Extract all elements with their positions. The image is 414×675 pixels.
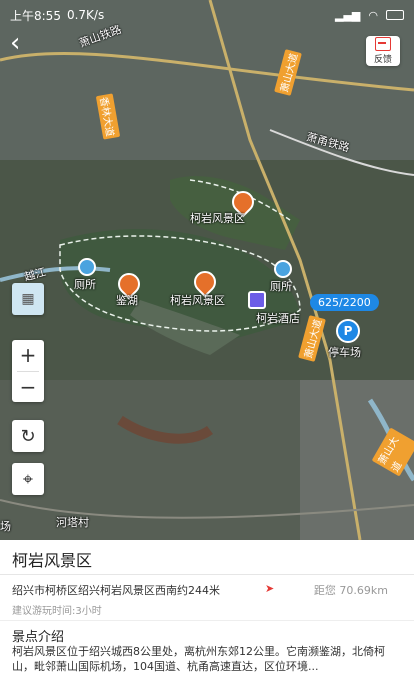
map-label-parking[interactable]: 停车场 [328,344,361,360]
suggested-time: 建议游玩时间:3小时 [12,606,102,617]
zoom-control: + − [12,340,44,402]
locate-button[interactable]: ⌖ [12,463,44,495]
battery-icon [386,10,404,20]
map-label-hotel[interactable]: 柯岩酒店 [256,310,300,326]
map-label-village: 河塔村 [56,516,89,529]
toilet-icon[interactable] [78,258,96,276]
place-title: 柯岩风景区 [12,551,93,570]
zoom-in-button[interactable]: + [12,340,44,371]
info-panel: 柯岩风景区 绍兴市柯桥区绍兴柯岩风景区西南约244米 ➤ 距您 70.69km … [0,540,414,675]
feedback-icon [375,37,391,51]
hotel-icon[interactable] [248,291,266,309]
network-speed: 0.7K/s [66,8,105,22]
map-label-toilet-left[interactable]: 厕所 [74,276,96,292]
navigate-icon[interactable]: ➤ [265,582,277,595]
wifi-icon: ◠ [368,8,378,22]
feedback-button[interactable]: 反馈 [366,36,400,66]
refresh-button[interactable]: ↻ [12,420,44,452]
layers-button[interactable]: ▦ [12,283,44,315]
intro-heading: 景点介绍 [12,630,65,645]
status-time: 上午8:55 [10,8,61,23]
divider [0,574,414,575]
toilet-icon[interactable] [274,260,292,278]
intro-text: 柯岩风景区位于绍兴城西8公里处，离杭州东郊12公里。它南濒鉴湖，北倚柯山，毗邻萧… [12,645,385,673]
back-button[interactable]: ‹ [10,30,38,58]
divider [0,620,414,621]
parking-icon[interactable]: P [336,319,360,343]
map-view[interactable]: 上午8:55 0.7K/s ▂▄▆ ◠ ‹ 反馈 萧山铁路 萧山大道 萧甬铁路 … [0,0,414,540]
map-label-scenic-b[interactable]: 柯岩风景区 [170,292,225,308]
map-label-lianhu[interactable]: 鉴湖 [116,292,138,308]
map-label-chang: 场 [0,520,11,533]
feedback-label: 反馈 [373,55,392,65]
map-label-toilet-right[interactable]: 厕所 [270,278,292,294]
status-bar: 上午8:55 0.7K/s ▂▄▆ ◠ [0,0,414,30]
crosshair-icon: ⌖ [22,468,34,490]
zoom-out-button[interactable]: − [12,372,44,403]
place-distance: 距您 70.69km [313,584,388,597]
refresh-icon: ↻ [20,425,36,447]
signal-icon: ▂▄▆ [335,8,361,22]
place-address: 绍兴市柯桥区绍兴柯岩风景区西南约244米 [12,584,220,597]
distance-chip: 625/2200 [310,294,379,311]
layers-icon: ▦ [21,291,35,307]
map-label-scenic-a[interactable]: 柯岩风景区 [190,210,245,226]
